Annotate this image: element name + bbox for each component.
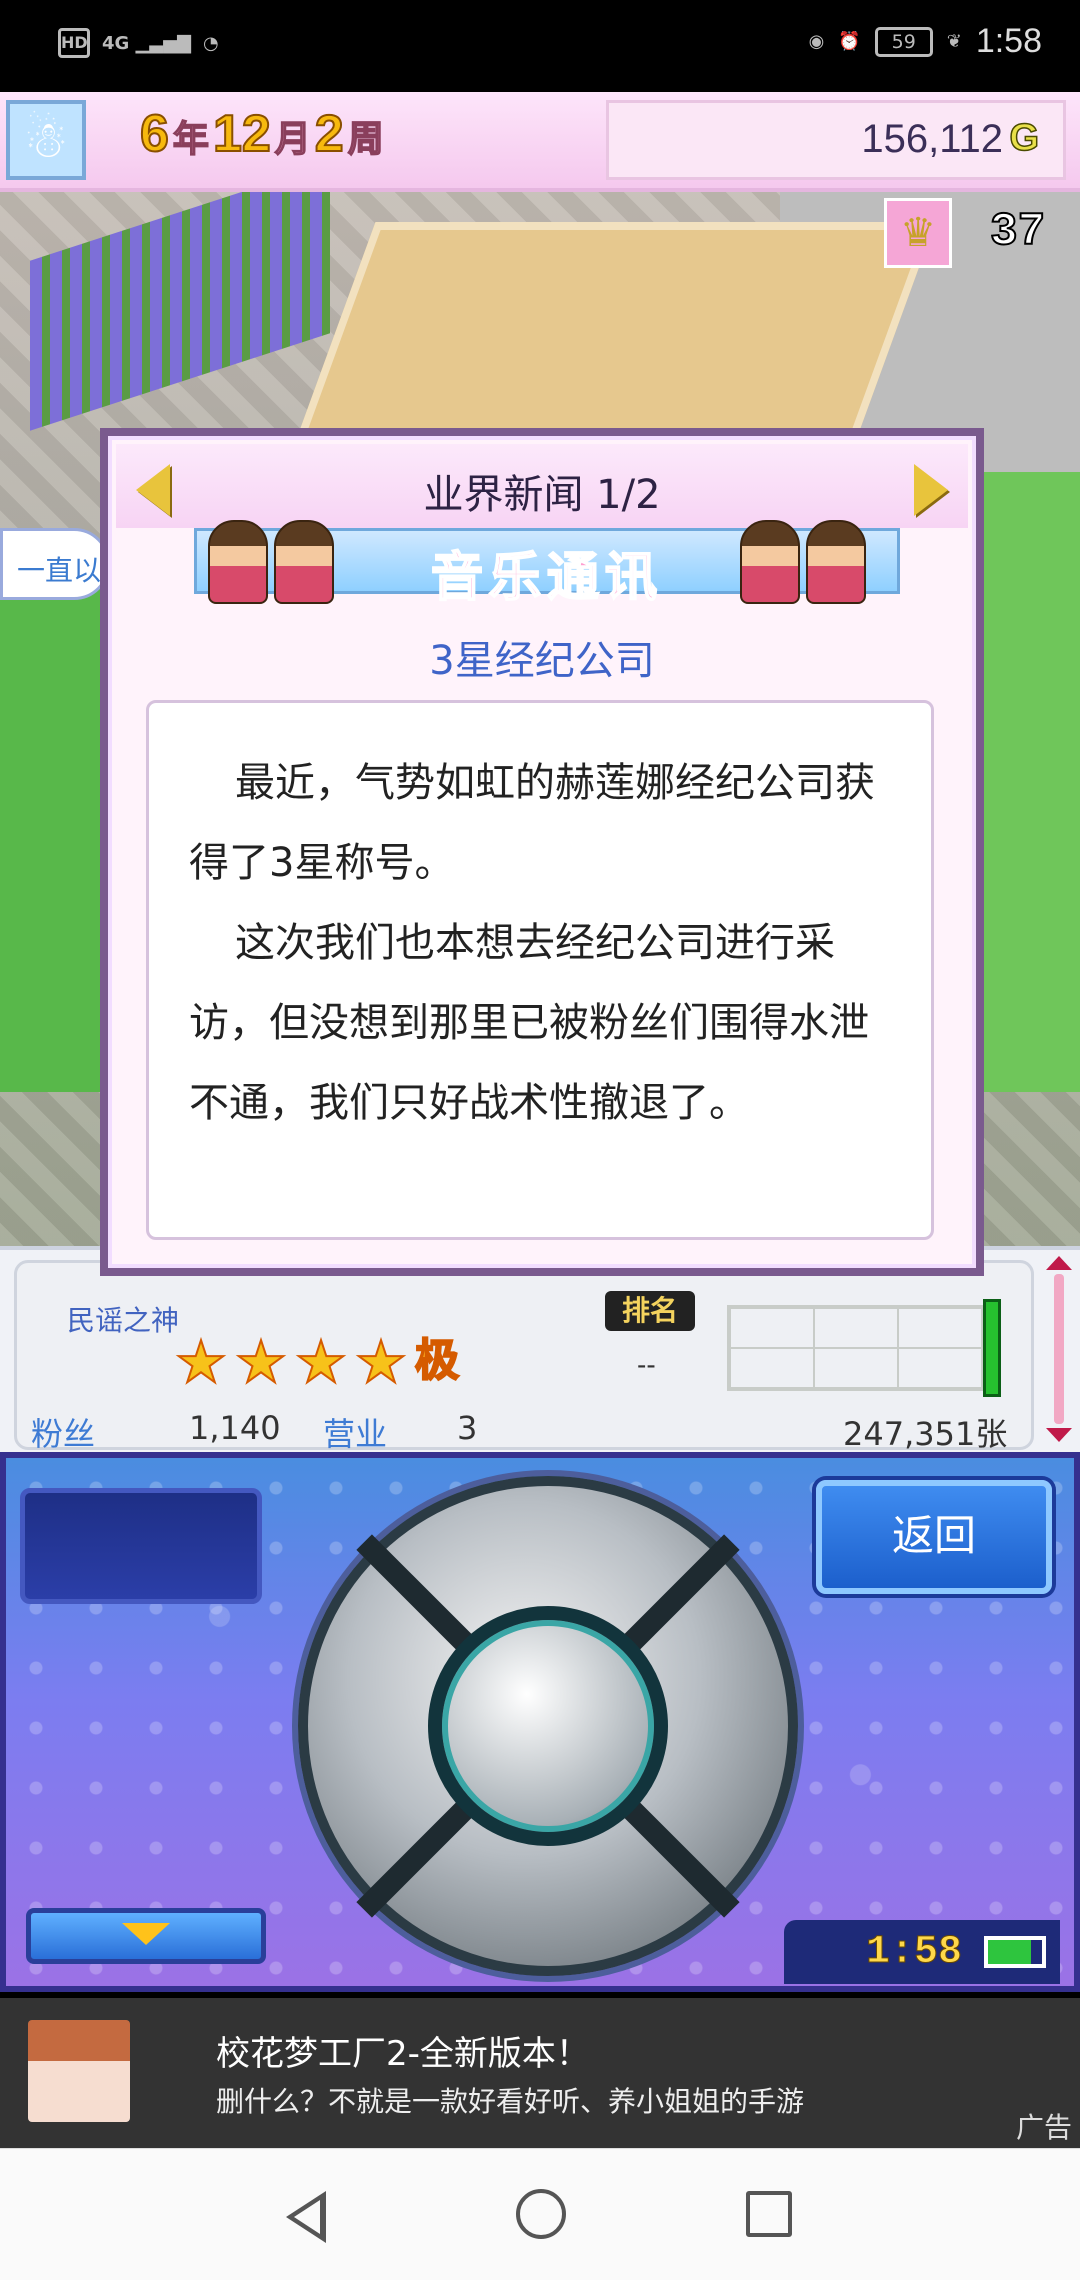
- nav-recent-icon[interactable]: [746, 2191, 792, 2237]
- trophy-icon[interactable]: ♛: [884, 198, 952, 268]
- game-clock: 1:58: [784, 1920, 1060, 1984]
- stats-panel: 民谣之神 ★ ★ ★ ★ 极 排名 -- 粉丝 1,140 营业 3 247,3…: [0, 1246, 1080, 1456]
- ad-thumbnail[interactable]: [28, 2020, 130, 2122]
- news-body: 最近，气势如虹的赫莲娜经纪公司获得了3星称号。 这次我们也本想去经纪公司进行采访…: [146, 700, 934, 1240]
- hd-icon: HD: [58, 28, 90, 58]
- week-unit: 周: [347, 118, 385, 161]
- dialog-title-bar: 业界新闻 1/2: [116, 444, 968, 528]
- eye-icon: ◉: [808, 31, 825, 52]
- fans-label: 粉丝: [31, 1415, 96, 1453]
- star-rating: ★ ★ ★ ★ 极: [174, 1328, 460, 1396]
- scene-flowerbed: [30, 163, 330, 431]
- news-dialog: 业界新闻 1/2 音乐通讯 3星经纪公司 最近，气势如虹的赫莲娜经纪公司获得了3…: [100, 428, 984, 1276]
- nav-home-icon[interactable]: [516, 2189, 566, 2239]
- character-icon: [806, 520, 866, 604]
- banner-characters-left: [208, 520, 334, 604]
- chevron-down-icon: [122, 1923, 170, 1945]
- rank-chart-grid: [727, 1305, 985, 1391]
- battery-icon: [984, 1936, 1046, 1968]
- expand-down-button[interactable]: [26, 1908, 266, 1964]
- battery-icon: 59: [874, 26, 933, 57]
- star-icon: ★: [354, 1328, 408, 1396]
- stats-scrollbar[interactable]: [1046, 1256, 1072, 1446]
- character-icon: [274, 520, 334, 604]
- business-label: 营业: [323, 1415, 388, 1453]
- game-date: 6 年 12 月 2 周: [139, 104, 388, 164]
- news-paragraph: 这次我们也本想去经纪公司进行采访，但没想到那里已被粉丝们围得水泄不通，我们只好战…: [189, 920, 869, 1126]
- blank-button[interactable]: [20, 1488, 262, 1604]
- wifi-icon: ◔: [202, 32, 219, 54]
- ad-description[interactable]: 删什么？不就是一款好看好听、养小姐姐的手游: [216, 2080, 804, 2120]
- scroll-down-icon[interactable]: [1046, 1428, 1072, 1442]
- year-unit: 年: [172, 118, 210, 161]
- year-number: 6: [139, 104, 170, 164]
- ad-tag: 广告: [1015, 2111, 1072, 2144]
- money-display: 156,112 G: [606, 100, 1066, 180]
- rank-suffix: 极: [414, 1335, 460, 1386]
- genre-title: 民谣之神: [67, 1304, 180, 1337]
- character-icon: [208, 520, 268, 604]
- scene-lawn-left: [0, 572, 110, 1092]
- money-unit: G: [1009, 116, 1040, 160]
- leaf-icon: ❦: [946, 31, 962, 52]
- money-value: 156,112: [861, 117, 1003, 161]
- status-time: 1:58: [975, 22, 1042, 60]
- clock-time: 1:58: [865, 1930, 963, 1976]
- ad-banner[interactable]: 校花梦工厂2-全新版本！ 删什么？不就是一款好看好听、养小姐姐的手游 广告: [0, 1998, 1080, 2148]
- rank-badge: 排名: [605, 1291, 695, 1331]
- rank-value: --: [637, 1349, 656, 1380]
- character-icon: [740, 520, 800, 604]
- star-icon: ★: [294, 1328, 348, 1396]
- sales-value: 247,351张: [843, 1415, 1008, 1453]
- month-unit: 月: [274, 118, 312, 161]
- week-number: 2: [314, 104, 345, 164]
- side-chip[interactable]: 一直以: [0, 528, 110, 600]
- banner-characters-right: [740, 520, 866, 604]
- scroll-up-icon[interactable]: [1046, 1256, 1072, 1270]
- star-icon: ★: [174, 1328, 228, 1396]
- back-button[interactable]: 返回: [816, 1480, 1052, 1594]
- dialog-title: 业界新闻 1/2: [423, 472, 661, 518]
- network-label: 4G: [102, 32, 130, 54]
- snowman-icon[interactable]: ☃: [6, 100, 86, 180]
- ad-title[interactable]: 校花梦工厂2-全新版本！: [216, 2026, 590, 2075]
- alarm-icon: ⏰: [838, 31, 861, 52]
- scroll-track[interactable]: [1054, 1274, 1064, 1424]
- trophy-count: 37: [989, 205, 1046, 259]
- status-bar: HD 4G ▁▃▅▇ ◔ ◉ ⏰ 59 ❦ 1:58: [0, 0, 1080, 92]
- star-icon: ★: [234, 1328, 288, 1396]
- controller-panel: 返回 1:58: [0, 1452, 1080, 1992]
- dpad[interactable]: [298, 1476, 798, 1976]
- news-headline: 3星经纪公司: [429, 638, 655, 684]
- business-value: 3: [457, 1409, 478, 1447]
- signal-icon: 4G ▁▃▅▇: [102, 32, 191, 54]
- fans-value: 1,140: [189, 1409, 281, 1447]
- rank-level-bar: [983, 1299, 1001, 1397]
- dpad-center-button[interactable]: [428, 1606, 668, 1846]
- month-number: 12: [212, 104, 272, 164]
- top-hud: ☃ 6 年 12 月 2 周 156,112 G: [0, 92, 1080, 192]
- nav-back-icon[interactable]: [286, 2191, 326, 2243]
- news-paragraph: 最近，气势如虹的赫莲娜经纪公司获得了3星称号。: [189, 760, 875, 886]
- stats-inner: 民谣之神 ★ ★ ★ ★ 极 排名 -- 粉丝 1,140 营业 3 247,3…: [14, 1260, 1034, 1453]
- system-nav-bar: [0, 2148, 1080, 2280]
- next-arrow-icon[interactable]: [914, 464, 948, 516]
